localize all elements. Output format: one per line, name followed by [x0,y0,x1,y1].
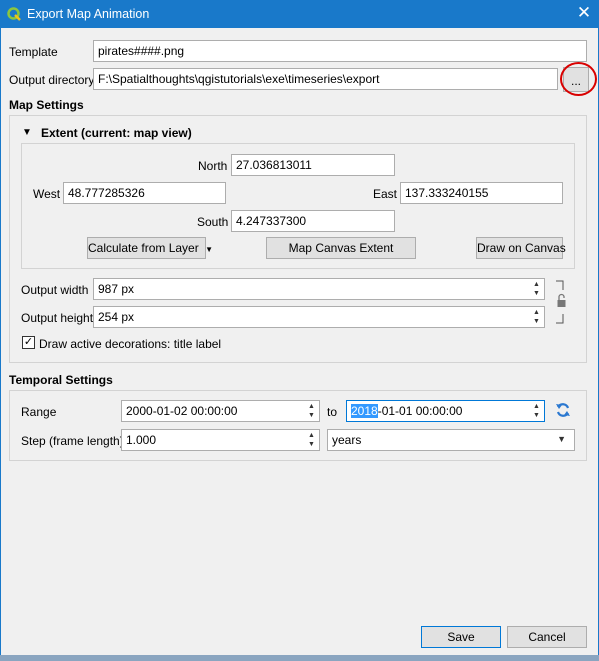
draw-on-canvas-button[interactable]: Draw on Canvas [476,237,566,259]
output-height-label: Output height [21,311,94,325]
north-input[interactable]: 27.036813011 [231,154,395,176]
range-start-input[interactable]: 2000-01-02 00:00:00 ▲ ▼ [121,400,320,422]
range-start-value: 2000-01-02 00:00:00 [126,404,238,418]
extent-title[interactable]: Extent (current: map view) [41,126,192,140]
template-label: Template [9,45,58,59]
south-input[interactable]: 4.247337300 [231,210,395,232]
north-label: North [198,159,228,173]
close-icon[interactable]: ✕ [572,3,596,25]
output-height-input[interactable]: 254 px ▲ ▼ [93,306,545,328]
spin-arrows-icon[interactable]: ▲ ▼ [305,431,318,449]
west-input[interactable]: 48.777285326 [63,182,226,204]
to-label: to [327,405,338,419]
qgis-icon [7,7,21,21]
step-label: Step (frame length) [21,434,124,448]
west-label: West [33,187,61,201]
refresh-icon[interactable] [555,401,571,419]
save-button[interactable]: Save [421,626,501,648]
range-end-year: 2018 [351,404,378,418]
step-value: 1.000 [126,433,157,447]
range-end-rest: -01-01 00:00:00 [377,404,463,418]
map-canvas-extent-button[interactable]: Map Canvas Extent [266,237,416,259]
lock-icon[interactable] [554,280,568,324]
output-width-value: 987 px [98,282,135,296]
east-label: East [373,187,398,201]
decorations-checkbox[interactable]: ✓ [22,336,35,349]
calculate-from-layer-button[interactable]: Calculate from Layer ▼ [87,237,213,259]
map-settings-title: Map Settings [9,98,84,112]
spin-arrows-icon[interactable]: ▲ ▼ [530,402,543,420]
output-width-label: Output width [21,283,89,297]
highlight-circle [560,62,597,96]
south-label: South [197,215,229,229]
output-width-input[interactable]: 987 px ▲ ▼ [93,278,545,300]
decorations-label[interactable]: Draw active decorations: title label [39,337,221,351]
step-unit-value: years [332,433,362,447]
cancel-button[interactable]: Cancel [507,626,587,648]
template-input[interactable]: pirates####.png [93,40,587,62]
temporal-settings-title: Temporal Settings [9,373,113,387]
east-input[interactable]: 137.333240155 [400,182,563,204]
spin-arrows-icon[interactable]: ▲ ▼ [305,402,318,420]
range-label: Range [21,405,57,419]
window-title: Export Map Animation [27,7,150,21]
output-height-value: 254 px [98,310,135,324]
step-unit-select[interactable]: years ▼ [327,429,575,451]
output-directory-label: Output directory [9,73,95,87]
chevron-down-icon: ▼ [557,434,566,444]
output-directory-input[interactable]: F:\Spatialthoughts\qgistutorials\exe\tim… [93,68,558,90]
background-strip [0,655,599,661]
chevron-down-icon: ▼ [205,245,213,254]
calculate-from-layer-label: Calculate from Layer [88,241,199,255]
range-end-input[interactable]: 2018-01-01 00:00:00 ▲ ▼ [346,400,545,422]
spin-arrows-icon[interactable]: ▲ ▼ [530,280,543,298]
collapse-arrow-icon[interactable]: ▼ [22,127,32,138]
title-bar: Export Map Animation ✕ [0,0,599,28]
spin-arrows-icon[interactable]: ▲ ▼ [530,308,543,326]
step-input[interactable]: 1.000 ▲ ▼ [121,429,320,451]
